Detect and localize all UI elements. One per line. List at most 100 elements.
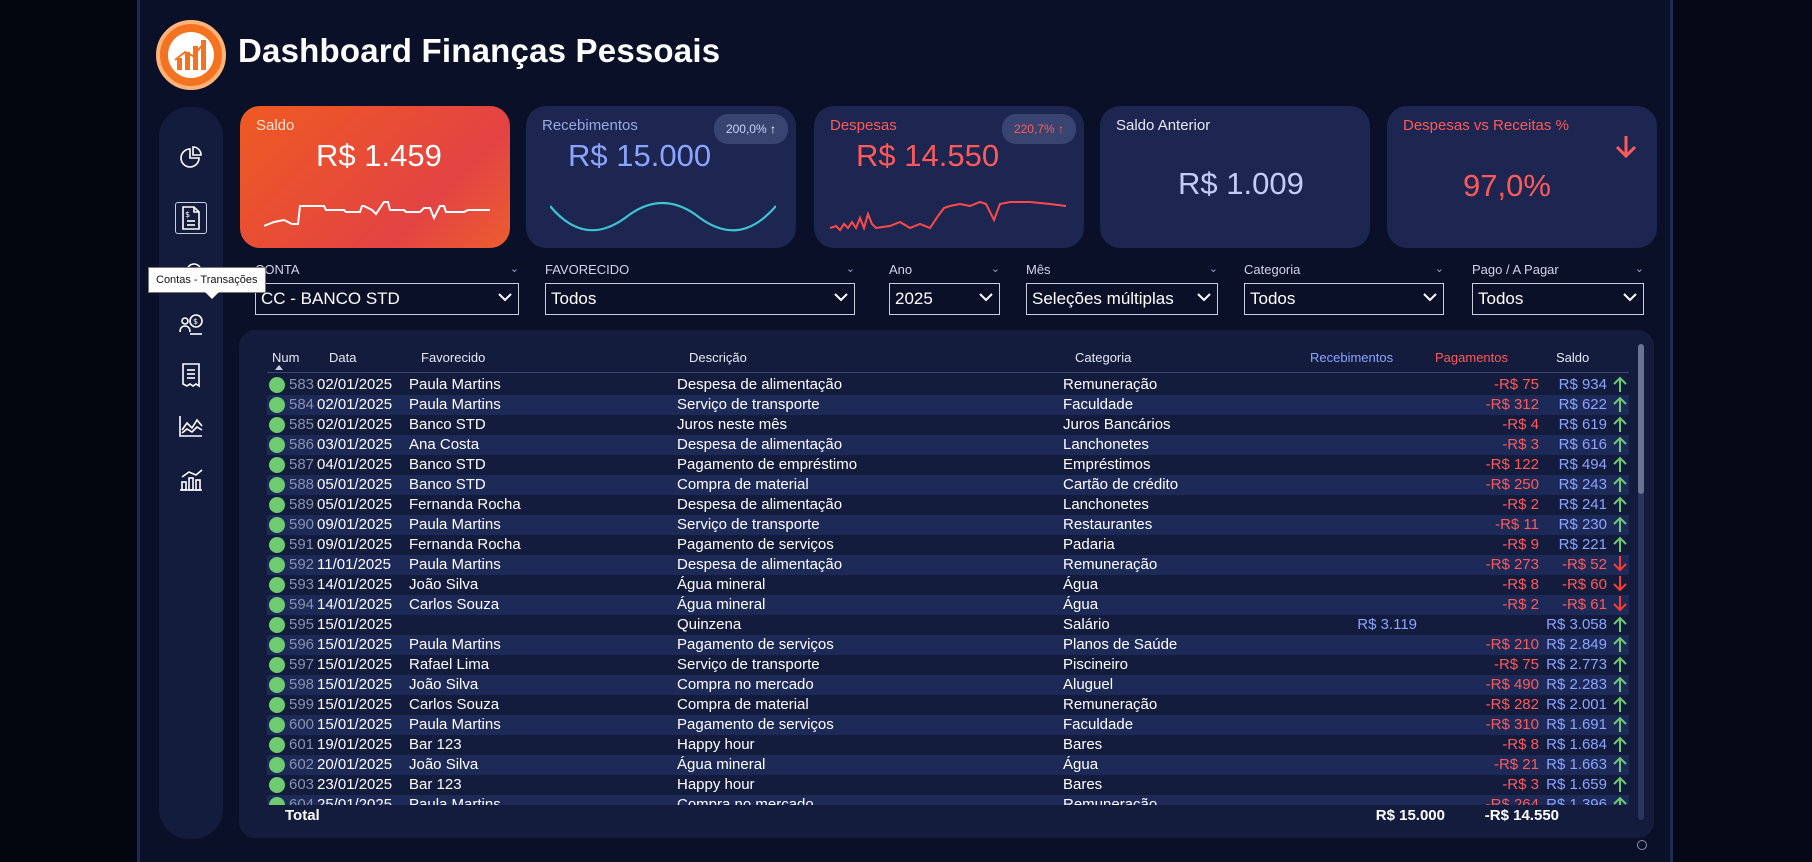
col-header-favorecido[interactable]: Favorecido — [421, 350, 485, 365]
cell-pagamentos: -R$ 490 — [1485, 676, 1539, 693]
cell-num: 590 — [289, 516, 315, 533]
table-row[interactable]: 592 11/01/2025 Paula Martins Despesa de ali… — [267, 555, 1629, 575]
status-dot-icon — [269, 417, 285, 433]
cell-pagamentos: -R$ 2 — [1502, 496, 1539, 513]
status-dot-icon — [269, 397, 285, 413]
col-header-pagamentos[interactable]: Pagamentos — [1435, 350, 1508, 365]
card-despesas-value: R$ 14.550 — [856, 138, 1000, 173]
table-row[interactable]: 595 15/01/2025 Quinzena Salário R$ 3.119 R$ 3… — [267, 615, 1629, 635]
favorecido-select[interactable]: Todos — [545, 283, 855, 315]
table-row[interactable]: 598 15/01/2025 João Silva Compra no mercado… — [267, 675, 1629, 695]
cell-categoria: Planos de Saúde — [1063, 636, 1178, 653]
cell-saldo: R$ 1.691 — [1546, 716, 1607, 733]
page-title: Dashboard Finanças Pessoais — [238, 32, 721, 69]
table-row[interactable]: 590 09/01/2025 Paula Martins Serviço de tra… — [267, 515, 1629, 535]
total-pagamentos: -R$ 14.550 — [1484, 807, 1559, 824]
cell-descricao: Pagamento de serviços — [677, 716, 834, 733]
ano-select[interactable]: 2025 — [889, 283, 1000, 315]
scrollbar-thumb[interactable] — [1638, 344, 1644, 494]
card-saldo: Saldo R$ 1.459 — [240, 106, 510, 248]
table-row[interactable]: 589 05/01/2025 Fernanda Rocha Despesa de al… — [267, 495, 1629, 515]
filter-pago[interactable]: Pago / A Pagar ⌄ Todos — [1472, 262, 1644, 315]
table-scrollbar[interactable] — [1638, 344, 1644, 820]
filter-favorecido[interactable]: FAVORECIDO ⌄ Todos — [545, 262, 855, 315]
cell-descricao: Compra no mercado — [677, 676, 814, 693]
cell-favorecido: Banco STD — [409, 456, 486, 473]
filter-mes[interactable]: Mês ⌄ Seleções múltiplas — [1026, 262, 1218, 315]
table-row[interactable]: 584 02/01/2025 Paula Martins Serviço de tra… — [267, 395, 1629, 415]
table-row[interactable]: 586 03/01/2025 Ana Costa Despesa de aliment… — [267, 435, 1629, 455]
chevron-down-icon: ⌄ — [1208, 263, 1218, 275]
cell-categoria: Bares — [1063, 776, 1103, 793]
cell-data: 15/01/2025 — [317, 676, 393, 693]
cell-descricao: Despesa de alimentação — [677, 436, 843, 453]
people-money-icon[interactable]: $ — [175, 309, 207, 341]
col-header-descricao[interactable]: Descrição — [689, 350, 747, 365]
arrow-up-icon — [1613, 616, 1627, 632]
cell-descricao: Água mineral — [677, 576, 766, 593]
status-dot-icon — [269, 637, 285, 653]
document-money-icon[interactable]: $ — [175, 202, 207, 234]
ano-select-value: 2025 — [895, 289, 933, 308]
cell-descricao: Serviço de transporte — [677, 656, 820, 673]
table-row[interactable]: 603 23/01/2025 Bar 123 Happy hour Bares -R$ 3… — [267, 775, 1629, 795]
area-chart-icon[interactable] — [175, 410, 207, 442]
table-row[interactable]: 602 20/01/2025 João Silva Água mineral Água -… — [267, 755, 1629, 775]
mes-select[interactable]: Seleções múltiplas — [1026, 283, 1218, 315]
card-recebimentos-value: R$ 15.000 — [568, 138, 712, 173]
col-header-num[interactable]: Num — [272, 350, 299, 365]
cell-num: 593 — [289, 576, 315, 593]
filter-categoria[interactable]: Categoria ⌄ Todos — [1244, 262, 1444, 315]
table-row[interactable]: 596 15/01/2025 Paula Martins Pagamento de s… — [267, 635, 1629, 655]
cell-num: 592 — [289, 556, 315, 573]
filter-ano[interactable]: Ano ⌄ 2025 — [889, 262, 1000, 315]
status-dot-icon — [269, 457, 285, 473]
col-header-recebimentos[interactable]: Recebimentos — [1310, 350, 1393, 365]
card-saldo-anterior: Saldo Anterior R$ 1.009 — [1100, 106, 1370, 248]
table-row[interactable]: 583 02/01/2025 Paula Martins Despesa de ali… — [267, 375, 1629, 395]
status-dot-icon — [269, 617, 285, 633]
chevron-down-icon — [1423, 293, 1437, 302]
cell-data: 05/01/2025 — [317, 496, 393, 513]
cell-data: 14/01/2025 — [317, 596, 393, 613]
col-header-categoria[interactable]: Categoria — [1075, 350, 1131, 365]
cell-num: 599 — [289, 696, 315, 713]
cell-categoria: Bares — [1063, 736, 1103, 753]
table-row[interactable]: 600 15/01/2025 Paula Martins Pagamento de s… — [267, 715, 1629, 735]
table-row[interactable]: 597 15/01/2025 Rafael Lima Serviço de trans… — [267, 655, 1629, 675]
table-row[interactable]: 599 15/01/2025 Carlos Souza Compra de mater… — [267, 695, 1629, 715]
cell-descricao: Pagamento de empréstimo — [677, 456, 858, 473]
table-row[interactable]: 593 14/01/2025 João Silva Água mineral Água -… — [267, 575, 1629, 595]
status-dot-icon — [269, 377, 285, 393]
card-recebimentos: Recebimentos 200,0% ↑ R$ 15.000 — [526, 106, 796, 248]
status-dot-icon — [269, 777, 285, 793]
filter-conta[interactable]: CONTA ⌄ CC - BANCO STD — [255, 262, 519, 315]
cell-descricao: Juros neste mês — [677, 416, 788, 433]
table-row[interactable]: 601 19/01/2025 Bar 123 Happy hour Bares -R$ 8… — [267, 735, 1629, 755]
receipt-icon[interactable] — [175, 359, 207, 391]
cell-favorecido: Paula Martins — [409, 516, 501, 533]
bar-line-chart-icon[interactable] — [175, 464, 207, 496]
table-row[interactable]: 587 04/01/2025 Banco STD Pagamento de empré… — [267, 455, 1629, 475]
arrow-up-icon — [1613, 476, 1627, 492]
pie-chart-icon[interactable] — [175, 142, 207, 174]
cell-num: 601 — [289, 736, 315, 753]
table-body: 583 02/01/2025 Paula Martins Despesa de ali… — [239, 375, 1634, 805]
table-row[interactable]: 594 14/01/2025 Carlos Souza Água mineral Águ… — [267, 595, 1629, 615]
dashboard: Dashboard Finanças Pessoais Contas - Tra… — [137, 0, 1673, 862]
col-header-saldo[interactable]: Saldo — [1556, 350, 1589, 365]
conta-select[interactable]: CC - BANCO STD — [255, 283, 519, 315]
col-header-data[interactable]: Data — [329, 350, 356, 365]
table-row[interactable]: 585 02/01/2025 Banco STD Juros neste mês Jur… — [267, 415, 1629, 435]
cell-pagamentos: -R$ 75 — [1493, 656, 1539, 673]
pago-select[interactable]: Todos — [1472, 283, 1644, 315]
categoria-select[interactable]: Todos — [1244, 283, 1444, 315]
cell-saldo: R$ 619 — [1558, 416, 1607, 433]
table-row[interactable]: 604 25/01/2025 Paula Martins Compra no merc… — [267, 795, 1629, 805]
cell-data: 02/01/2025 — [317, 396, 393, 413]
arrow-up-icon — [1613, 716, 1627, 732]
table-row[interactable]: 591 09/01/2025 Fernanda Rocha Pagamento de … — [267, 535, 1629, 555]
arrow-up-icon — [1613, 456, 1627, 472]
table-row[interactable]: 588 05/01/2025 Banco STD Compra de material… — [267, 475, 1629, 495]
cell-descricao: Compra no mercado — [677, 796, 814, 805]
